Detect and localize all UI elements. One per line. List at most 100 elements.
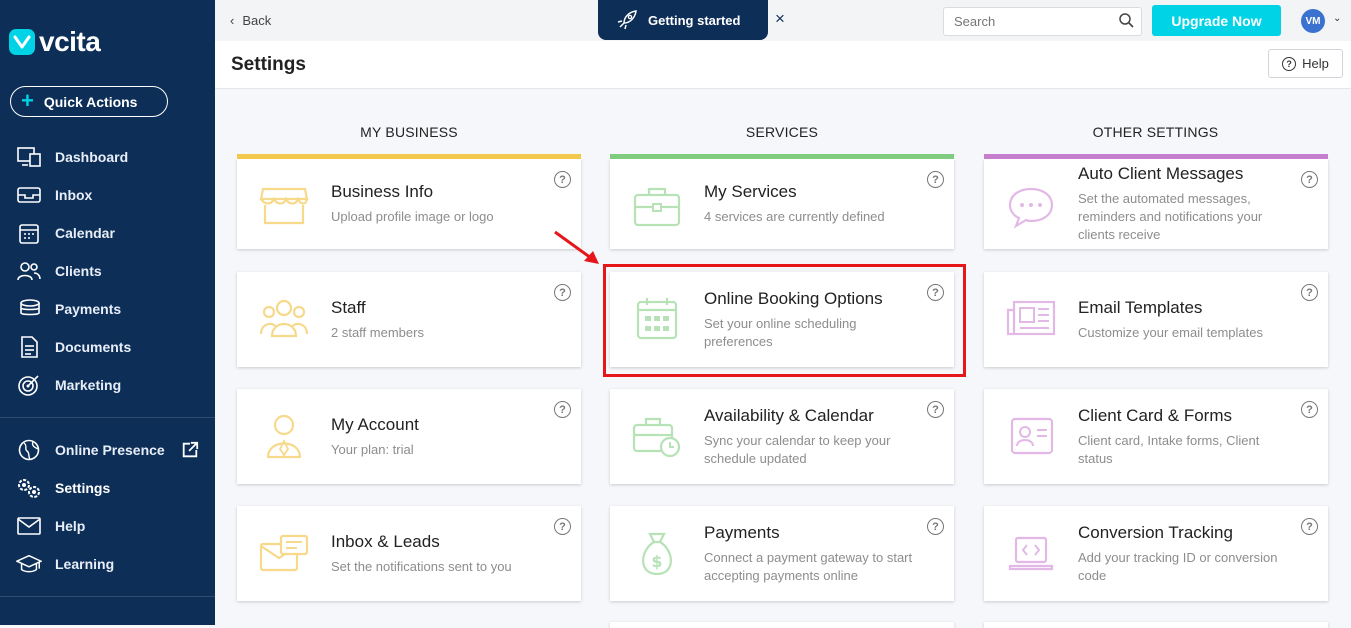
question-icon[interactable]: ? [1301,401,1318,418]
quick-actions-button[interactable]: + Quick Actions [10,86,168,117]
card-title: Conversion Tracking [1078,522,1233,542]
chevron-down-icon[interactable]: ⌄ [1333,13,1341,24]
getting-started-button[interactable]: Getting started [598,0,768,40]
card-title: Business Info [331,182,434,201]
vcita-logo-icon [9,29,35,55]
card-description: Your plan: trial [331,441,414,457]
chevron-left-icon: ‹ [230,13,235,28]
avatar[interactable]: VM [1301,9,1325,33]
card-title: My Services [704,182,797,201]
question-icon[interactable]: ? [1301,284,1318,301]
card-title: Availability & Calendar [704,405,874,425]
dashboard-icon [17,147,41,167]
sidebar-divider [0,417,215,418]
globe-icon [18,439,40,461]
card-title: Payments [704,522,780,542]
question-icon[interactable]: ? [927,171,944,188]
page-title: Settings [231,54,306,75]
briefcase-clock-icon [632,417,681,458]
back-link[interactable]: ‹ Back [230,13,271,28]
inbox-icon [17,187,41,203]
card-my-account[interactable]: My Account Your plan: trial ? [237,389,581,484]
question-icon[interactable]: ? [554,171,571,188]
sidebar-item-label: Marketing [55,377,122,393]
question-icon[interactable]: ? [1301,171,1318,188]
card-description: Customize your email templates [1078,324,1263,340]
card-business-info[interactable]: Business Info Upload profile image or log… [237,154,581,249]
card-title: My Account [331,414,419,434]
help-label: Help [1302,56,1329,71]
back-label: Back [242,13,272,28]
account-icon [266,414,302,459]
calendar-icon [19,224,39,244]
search-input[interactable] [943,7,1142,36]
chat-bubble-icon [1008,187,1054,229]
quick-actions-label: Quick Actions [43,93,138,110]
card-description: Upload profile image or logo [331,209,494,224]
card-title: Email Templates [1078,297,1203,317]
card-title: Staff [331,297,366,317]
vcita-logo[interactable]: vcita [9,26,101,58]
card-auto-client-messages[interactable]: Auto Client Messages Set the automated me… [984,154,1328,249]
column-heading-my-business: MY BUSINESS [360,124,458,140]
sidebar-item-label: Calendar [55,225,115,241]
sidebar-item-inbox[interactable]: Inbox [0,176,215,214]
card-description: Set the automated messages, reminders an… [1078,191,1263,242]
sidebar-item-help[interactable]: Help [0,507,215,545]
sidebar-item-label: Dashboard [55,149,129,165]
top-bar: ‹ Back Getting started × Upgrade Now VM … [215,0,1351,41]
sidebar-item-label: Inbox [55,187,93,203]
sidebar-item-label: Documents [55,339,132,355]
card-inbox-leads[interactable]: Inbox & Leads Set the notifications sent … [237,506,581,601]
sidebar-item-label: Settings [55,480,111,496]
search-icon[interactable] [1119,13,1134,28]
logo-text: vcita [39,26,101,57]
upgrade-now-button[interactable]: Upgrade Now [1152,5,1281,36]
sidebar-item-dashboard[interactable]: Dashboard [0,138,215,176]
sidebar-item-clients[interactable]: Clients [0,252,215,290]
rocket-icon [617,10,637,30]
card-title: Auto Client Messages [1078,164,1244,183]
question-icon[interactable]: ? [1301,518,1318,535]
settings-icon [18,479,40,498]
card-staff[interactable]: Staff 2 staff members ? [237,272,581,367]
question-icon[interactable]: ? [554,401,571,418]
sidebar-item-label: Payments [55,301,122,317]
card-conversion-tracking[interactable]: Conversion Tracking Add your tracking ID … [984,506,1328,601]
card-payments[interactable]: $ Payments Connect a payment gateway to s… [610,506,954,601]
id-card-icon [1010,417,1054,455]
question-icon[interactable]: ? [554,518,571,535]
documents-icon [21,336,38,358]
highlight-box [603,264,966,377]
money-bag-icon: $ [642,532,672,576]
sidebar-item-marketing[interactable]: Marketing [0,366,215,404]
question-icon[interactable]: ? [927,401,944,418]
storefront-icon [259,187,309,225]
external-link-icon[interactable] [181,441,199,459]
staff-icon [259,299,309,338]
card-description: Connect a payment gateway to start accep… [704,549,913,583]
sidebar-item-settings[interactable]: Settings [0,469,215,507]
help-button[interactable]: ? Help [1268,49,1343,78]
card-my-services[interactable]: My Services 4 services are currently defi… [610,154,954,249]
sidebar-item-online-presence[interactable]: Online Presence [0,431,215,469]
card-title: Inbox & Leads [331,531,440,551]
card-email-templates[interactable]: Email Templates Customize your email temp… [984,272,1328,367]
sidebar-item-calendar[interactable]: Calendar [0,214,215,252]
card-description: 4 services are currently defined [704,209,885,224]
sidebar-item-payments[interactable]: Payments [0,290,215,328]
question-icon[interactable]: ? [927,518,944,535]
card-availability-calendar[interactable]: Availability & Calendar Sync your calenda… [610,389,954,484]
question-icon[interactable]: ? [554,284,571,301]
help-icon [17,517,41,535]
sidebar-item-learning[interactable]: Learning [0,545,215,583]
card-description: Set the notifications sent to you [331,558,512,574]
sidebar-divider [0,596,215,597]
sidebar-item-documents[interactable]: Documents [0,328,215,366]
card-client-card-forms[interactable]: Client Card & Forms Client card, Intake f… [984,389,1328,484]
close-icon[interactable]: × [775,9,785,29]
card-description: Client card, Intake forms, Client status [1078,432,1260,466]
sidebar-item-label: Help [55,518,86,534]
red-arrow-icon [554,230,599,264]
envelope-icon [259,534,309,572]
